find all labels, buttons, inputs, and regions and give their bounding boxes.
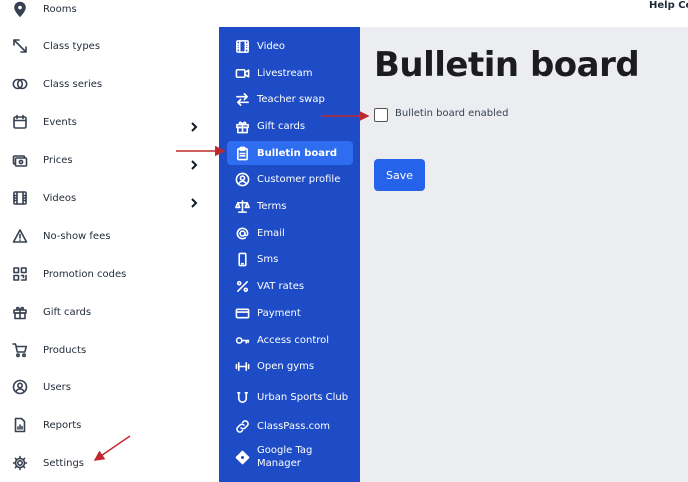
sidebar-item-settings[interactable]: Settings xyxy=(0,445,219,481)
sidebar-item-gift-cards[interactable]: Gift cards xyxy=(0,294,219,330)
sidebar-item-no-show-fees[interactable]: No-show fees xyxy=(0,218,219,254)
sidebar-item-label: Rooms xyxy=(43,3,77,15)
video-camera-icon xyxy=(234,65,250,81)
diamond-icon xyxy=(234,449,250,465)
settings-item-email[interactable]: Email xyxy=(227,221,353,245)
settings-item-bulletin-board[interactable]: Bulletin board xyxy=(227,141,353,165)
sidebar-item-events[interactable]: Events xyxy=(0,104,219,140)
settings-item-urban-sports-club[interactable]: Urban Sports Club xyxy=(227,383,353,411)
user-circle-icon xyxy=(12,379,28,395)
sidebar-item-users[interactable]: Users xyxy=(0,369,219,405)
cash-icon xyxy=(12,152,28,168)
resize-arrows-icon xyxy=(12,38,28,54)
settings-item-label: Access control xyxy=(257,334,330,346)
settings-item-label: Open gyms xyxy=(257,360,315,372)
sidebar-item-label: Class types xyxy=(43,40,101,52)
key-icon xyxy=(234,332,250,348)
settings-menu: Video Livestream Teacher swap Gift cards… xyxy=(219,27,360,482)
settings-item-sms[interactable]: Sms xyxy=(227,247,353,271)
gift-icon xyxy=(234,118,250,134)
credit-card-icon xyxy=(234,305,250,321)
cart-icon xyxy=(12,342,28,358)
sidebar-item-label: Users xyxy=(43,381,72,393)
film-icon xyxy=(12,190,28,206)
checkbox-label[interactable]: Bulletin board enabled xyxy=(395,108,508,119)
sidebar-item-label: Settings xyxy=(43,457,85,469)
settings-item-label: Email xyxy=(257,227,285,239)
chevron-right-icon xyxy=(189,193,199,208)
bulletin-board-enabled-checkbox[interactable] xyxy=(374,108,388,122)
settings-item-vat-rates[interactable]: VAT rates xyxy=(227,274,353,298)
sidebar-item-products[interactable]: Products xyxy=(0,332,219,368)
user-circle-icon xyxy=(234,171,250,187)
settings-item-label: Teacher swap xyxy=(257,93,325,105)
settings-item-label: Payment xyxy=(257,307,301,319)
settings-item-access-control[interactable]: Access control xyxy=(227,328,353,352)
calendar-icon xyxy=(12,114,28,130)
settings-item-terms[interactable]: Terms xyxy=(227,194,353,218)
sidebar-item-label: Videos xyxy=(43,192,77,204)
sidebar-item-class-series[interactable]: Class series xyxy=(0,66,219,102)
settings-item-customer-profile[interactable]: Customer profile xyxy=(227,167,353,191)
settings-item-label: Customer profile xyxy=(257,173,341,185)
settings-item-label: Bulletin board xyxy=(257,147,338,159)
settings-item-google-tag-manager[interactable]: Google Tag Manager xyxy=(227,443,353,471)
settings-item-open-gyms[interactable]: Open gyms xyxy=(227,354,353,378)
settings-item-label: Sms xyxy=(257,253,279,265)
sidebar-item-label: Class series xyxy=(43,78,103,90)
main-sidebar: Rooms Class types Class series Events Pr… xyxy=(0,0,219,482)
percent-icon xyxy=(234,278,250,294)
settings-item-teacher-swap[interactable]: Teacher swap xyxy=(227,87,353,111)
settings-item-label: ClassPass.com xyxy=(257,420,330,432)
settings-item-label: VAT rates xyxy=(257,280,305,292)
page-title: Bulletin board xyxy=(374,45,640,85)
report-icon xyxy=(12,417,28,433)
qr-code-icon xyxy=(12,266,28,282)
settings-item-livestream[interactable]: Livestream xyxy=(227,61,353,85)
settings-item-label: Urban Sports Club xyxy=(257,391,349,403)
settings-item-video[interactable]: Video xyxy=(227,34,353,58)
at-sign-icon xyxy=(234,225,250,241)
sidebar-item-rooms[interactable]: Rooms xyxy=(0,0,219,27)
dumbbell-icon xyxy=(234,358,250,374)
settings-item-label: Livestream xyxy=(257,67,313,79)
magnet-icon xyxy=(234,389,250,405)
settings-item-gift-cards[interactable]: Gift cards xyxy=(227,114,353,138)
film-icon xyxy=(234,38,250,54)
scales-icon xyxy=(234,198,250,214)
main-content: Bulletin board Bulletin board enabled Sa… xyxy=(360,27,688,482)
sidebar-item-class-types[interactable]: Class types xyxy=(0,28,219,64)
save-button[interactable]: Save xyxy=(374,159,425,191)
sidebar-item-label: Promotion codes xyxy=(43,268,127,280)
sidebar-item-videos[interactable]: Videos xyxy=(0,180,219,216)
settings-item-label: Gift cards xyxy=(257,120,306,132)
sidebar-item-label: Gift cards xyxy=(43,306,92,318)
sidebar-item-label: Events xyxy=(43,116,77,128)
settings-item-label: Terms xyxy=(257,200,287,212)
swap-arrows-icon xyxy=(234,91,250,107)
settings-item-label: Google Tag Manager xyxy=(257,445,313,469)
warning-triangle-icon xyxy=(12,228,28,244)
settings-item-classpass[interactable]: ClassPass.com xyxy=(227,414,353,438)
sidebar-item-prices[interactable]: Prices xyxy=(0,142,219,178)
help-center-link[interactable]: Help Ce xyxy=(649,0,688,11)
gift-icon xyxy=(12,304,28,320)
sidebar-item-label: Products xyxy=(43,344,87,356)
sidebar-item-label: Reports xyxy=(43,419,82,431)
chevron-right-icon xyxy=(189,117,199,132)
phone-icon xyxy=(234,251,250,267)
location-pin-icon xyxy=(12,1,28,17)
settings-item-label: Video xyxy=(257,40,286,52)
sidebar-item-reports[interactable]: Reports xyxy=(0,407,219,443)
link-icon xyxy=(234,418,250,434)
sidebar-item-label: Prices xyxy=(43,154,73,166)
chevron-right-icon xyxy=(189,155,199,170)
sidebar-item-label: No-show fees xyxy=(43,230,111,242)
settings-item-payment[interactable]: Payment xyxy=(227,301,353,325)
gear-icon xyxy=(12,455,28,471)
sidebar-item-promotion-codes[interactable]: Promotion codes xyxy=(0,256,219,292)
rings-icon xyxy=(12,76,28,92)
clipboard-icon xyxy=(234,145,250,161)
